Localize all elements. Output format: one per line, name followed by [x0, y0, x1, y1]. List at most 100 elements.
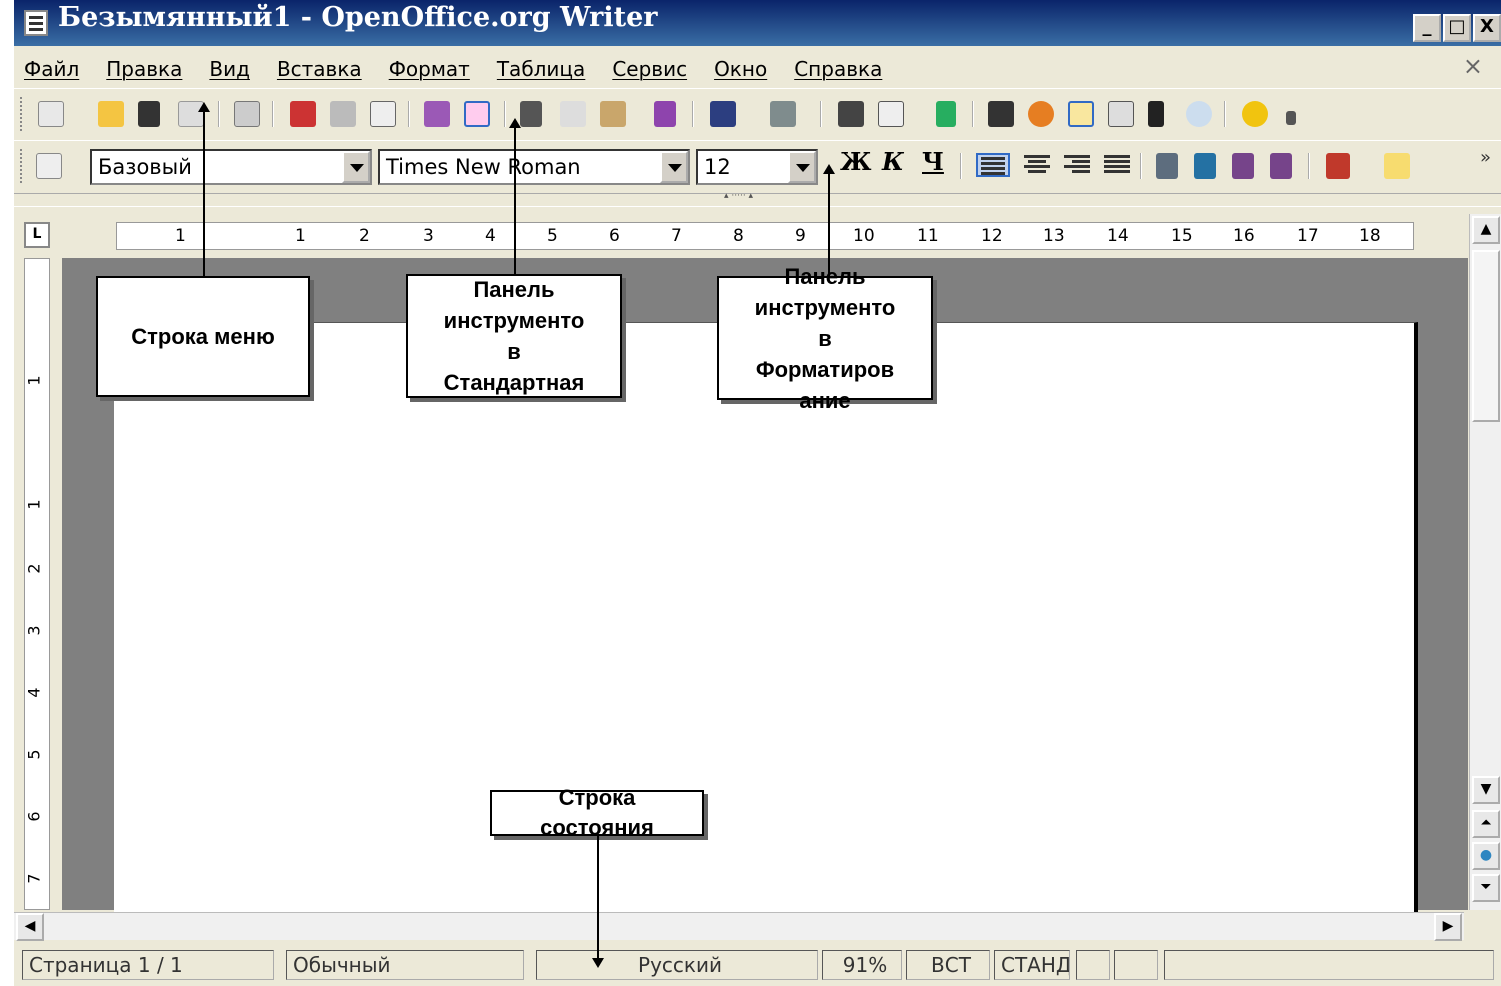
font-name-select[interactable]: Times New Roman — [378, 149, 690, 185]
scroll-thumb[interactable] — [1472, 250, 1500, 422]
ruler-mark: 18 — [1359, 226, 1381, 246]
chevron-down-icon[interactable] — [788, 151, 816, 183]
ruler-mark: 3 — [24, 625, 44, 636]
format-paintbrush-icon[interactable] — [654, 101, 676, 127]
chevron-down-icon[interactable] — [342, 151, 370, 183]
menu-format[interactable]: Формат — [389, 57, 470, 81]
toolbar-overflow-icon[interactable] — [1286, 111, 1296, 125]
ruler-mark: 1 — [295, 226, 306, 246]
justify-icon[interactable] — [1104, 153, 1130, 177]
copy-icon[interactable] — [560, 101, 586, 127]
show-draw-functions-icon[interactable] — [936, 101, 956, 127]
align-right-icon[interactable] — [1064, 153, 1090, 177]
paragraph-style-select[interactable]: Базовый — [90, 149, 372, 185]
ruler-mark: 10 — [853, 226, 875, 246]
vertical-ruler[interactable]: 1 1 2 3 4 5 6 7 — [24, 258, 50, 910]
export-pdf-icon[interactable] — [290, 101, 316, 127]
font-color-icon[interactable] — [1326, 153, 1350, 179]
align-center-icon[interactable] — [1024, 153, 1050, 177]
toolbar-collapse-handle[interactable] — [14, 191, 1501, 207]
horizontal-ruler[interactable]: 1 1 2 3 4 5 6 7 8 9 10 11 12 13 14 15 16… — [116, 222, 1414, 250]
status-selection-mode[interactable]: СТАНД — [994, 950, 1070, 980]
horizontal-scrollbar[interactable]: ◀ ▶ — [14, 912, 1464, 941]
new-document-icon[interactable] — [38, 101, 64, 127]
ruler-mark: 17 — [1297, 226, 1319, 246]
separator — [1224, 101, 1226, 127]
title-bar[interactable]: Безымянный1 - OpenOffice.org Writer _ □ … — [14, 0, 1501, 46]
menu-callout-arrow — [198, 102, 210, 276]
edit-file-icon[interactable] — [234, 101, 260, 127]
ruler-mark: 1 — [175, 226, 186, 246]
chevron-down-icon[interactable] — [660, 151, 688, 183]
zoom-icon[interactable] — [1186, 101, 1212, 127]
scroll-left-icon[interactable]: ◀ — [16, 913, 44, 941]
separator — [1308, 153, 1310, 179]
navigation-icon[interactable]: ● — [1472, 842, 1500, 870]
highlight-icon[interactable] — [1384, 153, 1410, 179]
print-preview-icon[interactable] — [370, 101, 396, 127]
menu-edit[interactable]: Правка — [106, 57, 182, 81]
app-icon — [24, 10, 48, 36]
status-style[interactable]: Обычный — [286, 950, 524, 980]
menu-view[interactable]: Вид — [209, 57, 250, 81]
menu-window[interactable]: Окно — [714, 57, 767, 81]
status-insert-mode[interactable]: ВСТ — [906, 950, 990, 980]
status-language[interactable]: Русский — [536, 950, 818, 980]
standard-callout-arrow — [509, 118, 521, 274]
status-page[interactable]: Страница 1 / 1 — [22, 950, 274, 980]
styles-formatting-icon[interactable] — [36, 153, 62, 179]
toolbar-grip[interactable] — [20, 97, 24, 131]
decrease-indent-icon[interactable] — [1232, 153, 1254, 179]
paste-icon[interactable] — [600, 101, 626, 127]
open-folder-icon[interactable] — [98, 101, 124, 127]
undo-icon[interactable] — [710, 101, 736, 127]
status-zoom[interactable]: 91% — [822, 950, 902, 980]
scroll-down-icon[interactable]: ▼ — [1472, 776, 1500, 804]
scroll-right-icon[interactable]: ▶ — [1434, 913, 1462, 941]
menu-table[interactable]: Таблица — [497, 57, 585, 81]
increase-indent-icon[interactable] — [1270, 153, 1292, 179]
help-icon[interactable] — [1242, 101, 1268, 127]
bold-button[interactable]: Ж — [840, 147, 872, 176]
ruler-mark: 2 — [24, 563, 44, 574]
separator — [820, 101, 822, 127]
save-icon[interactable] — [138, 101, 160, 127]
cut-icon[interactable] — [520, 101, 542, 127]
tab-stop-toggle[interactable]: L — [24, 222, 50, 248]
table-icon[interactable] — [878, 101, 904, 127]
scroll-up-icon[interactable]: ▲ — [1472, 216, 1500, 244]
vertical-scrollbar[interactable]: ▲ ▼ ⏶ ● ⏷ — [1469, 214, 1501, 910]
close-document-icon[interactable]: × — [1463, 52, 1483, 80]
menu-file[interactable]: Файл — [24, 57, 79, 81]
redo-icon[interactable] — [770, 101, 796, 127]
bullets-icon[interactable] — [1194, 153, 1216, 179]
ruler-mark: 16 — [1233, 226, 1255, 246]
next-page-icon[interactable]: ⏷ — [1472, 874, 1500, 902]
gallery-icon[interactable] — [1068, 101, 1094, 127]
font-size-select[interactable]: 12 — [696, 149, 818, 185]
formatting-marks-icon[interactable] — [1148, 101, 1164, 127]
data-sources-icon[interactable] — [1108, 101, 1134, 127]
spellcheck-icon[interactable] — [424, 101, 450, 127]
status-modified — [1076, 950, 1110, 980]
previous-page-icon[interactable]: ⏶ — [1472, 810, 1500, 838]
auto-spellcheck-icon[interactable] — [464, 101, 490, 127]
print-icon[interactable] — [330, 101, 356, 127]
close-button[interactable]: X — [1473, 14, 1501, 42]
menu-tools[interactable]: Сервис — [612, 57, 687, 81]
align-left-icon[interactable] — [976, 153, 1010, 177]
hyperlink-icon[interactable] — [838, 101, 864, 127]
find-replace-icon[interactable] — [988, 101, 1014, 127]
menu-insert[interactable]: Вставка — [277, 57, 362, 81]
separator — [1140, 153, 1142, 179]
toolbar-grip[interactable] — [20, 149, 24, 183]
maximize-button[interactable]: □ — [1443, 14, 1471, 42]
navigator-icon[interactable] — [1028, 101, 1054, 127]
toolbar-overflow-icon[interactable]: » — [1480, 147, 1491, 168]
numbering-icon[interactable] — [1156, 153, 1178, 179]
menu-help[interactable]: Справка — [794, 57, 882, 81]
italic-button[interactable]: К — [882, 147, 904, 176]
underline-button[interactable]: Ч — [922, 147, 944, 176]
minimize-button[interactable]: _ — [1413, 14, 1441, 42]
ruler-mark: 7 — [24, 873, 44, 884]
